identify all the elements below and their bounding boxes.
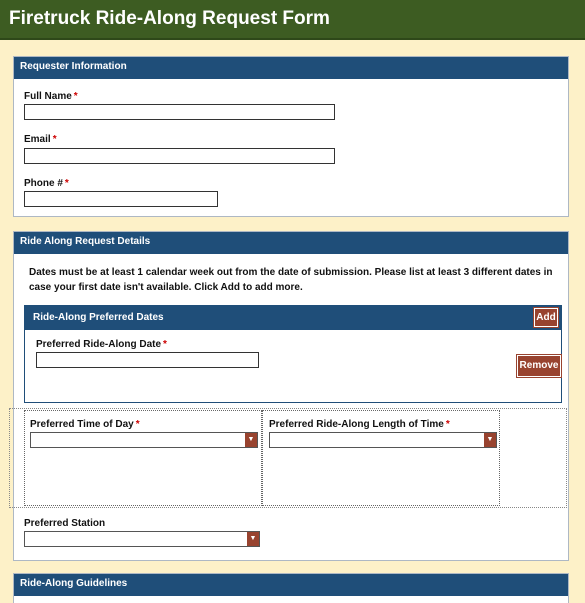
station-label-text: Preferred Station xyxy=(24,518,106,529)
required-mark: * xyxy=(135,419,140,430)
phone-input[interactable] xyxy=(24,191,218,207)
required-mark: * xyxy=(52,134,57,145)
guidelines-panel: Ride-Along Guidelines xyxy=(13,573,569,603)
requester-information-header: Requester Information xyxy=(14,57,568,79)
preferred-date-label-text: Preferred Ride-Along Date xyxy=(36,339,162,350)
time-of-day-label-text: Preferred Time of Day xyxy=(30,419,134,430)
full-name-label-text: Full Name xyxy=(24,91,72,102)
station-label: Preferred Station xyxy=(24,518,105,529)
required-mark: * xyxy=(445,419,450,430)
full-name-label: Full Name * xyxy=(24,91,78,102)
length-label-text: Preferred Ride-Along Length of Time xyxy=(269,419,444,430)
time-of-day-select[interactable]: ▼ xyxy=(30,432,258,448)
phone-label-text: Phone # xyxy=(24,178,63,189)
station-select[interactable]: ▼ xyxy=(24,531,260,547)
preferred-dates-header: Ride-Along Preferred Dates xyxy=(25,306,561,330)
length-label: Preferred Ride-Along Length of Time * xyxy=(269,419,450,430)
chevron-down-icon[interactable]: ▼ xyxy=(245,433,257,447)
required-mark: * xyxy=(73,91,78,102)
length-select[interactable]: ▼ xyxy=(269,432,497,448)
preferred-date-label: Preferred Ride-Along Date * xyxy=(36,339,167,350)
email-input[interactable] xyxy=(24,148,335,164)
remove-date-button[interactable]: Remove xyxy=(517,355,561,377)
preferred-dates-title: Ride-Along Preferred Dates xyxy=(33,312,164,323)
page-title: Firetruck Ride-Along Request Form xyxy=(0,0,585,40)
phone-label: Phone # * xyxy=(24,178,69,189)
email-label-text: Email xyxy=(24,134,51,145)
ride-along-details-panel: Ride Along Request Details Dates must be… xyxy=(9,231,569,561)
add-date-button[interactable]: Add xyxy=(534,308,558,327)
preferred-date-input[interactable] xyxy=(36,352,259,368)
required-mark: * xyxy=(64,178,69,189)
email-label: Email * xyxy=(24,134,57,145)
guidelines-header: Ride-Along Guidelines xyxy=(14,574,568,596)
chevron-down-icon[interactable]: ▼ xyxy=(247,532,259,546)
preferred-dates-panel: Ride-Along Preferred Dates Add Preferred… xyxy=(24,305,562,403)
dates-notice: Dates must be at least 1 calendar week o… xyxy=(29,267,553,293)
ride-along-details-header: Ride Along Request Details xyxy=(14,232,568,254)
time-of-day-label: Preferred Time of Day * xyxy=(30,419,140,430)
chevron-down-icon[interactable]: ▼ xyxy=(484,433,496,447)
full-name-input[interactable] xyxy=(24,104,335,120)
requester-information-panel: Requester Information Full Name * Email * … xyxy=(13,56,569,217)
required-mark: * xyxy=(163,339,167,350)
